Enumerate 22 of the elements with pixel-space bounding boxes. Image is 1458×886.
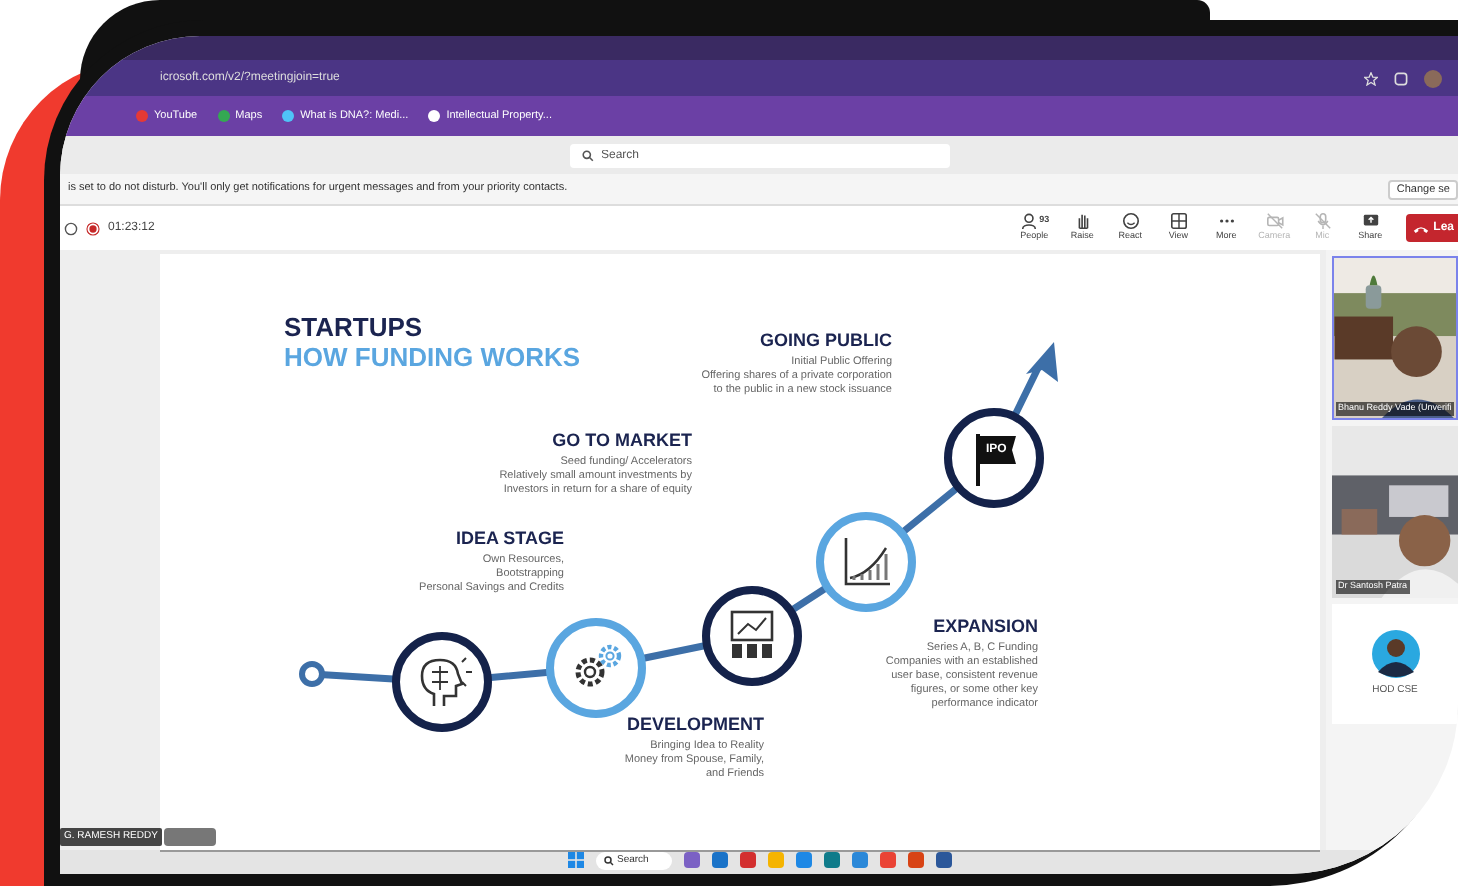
stage-heading: IDEA STAGE: [455, 528, 564, 548]
camera-icon: [1265, 212, 1284, 231]
stage-heading: GO TO MARKET: [552, 430, 692, 450]
raise-icon: [1073, 212, 1092, 231]
stage-heading: GOING PUBLIC: [759, 330, 892, 350]
star-icon[interactable]: [1364, 71, 1378, 85]
profile-avatar[interactable]: [1424, 69, 1442, 87]
share-icon: [1361, 212, 1380, 231]
search-icon: [581, 149, 593, 161]
extension-icon[interactable]: [1394, 71, 1408, 85]
people-icon: [1019, 212, 1038, 231]
mic-icon: [1313, 212, 1332, 231]
start-marker: [299, 661, 325, 687]
slide-subtitle: HOW FUNDING WORKS: [284, 344, 581, 372]
windows-icon[interactable]: [567, 852, 583, 868]
search-icon: [603, 856, 613, 866]
slide-title: STARTUPS: [284, 314, 423, 342]
stage-heading: EXPANSION: [933, 616, 1038, 636]
stage-heading: DEVELOPMENT: [626, 714, 764, 734]
view-icon: [1169, 212, 1188, 231]
react-icon: [1121, 212, 1140, 231]
avatar-icon: [1371, 629, 1419, 678]
